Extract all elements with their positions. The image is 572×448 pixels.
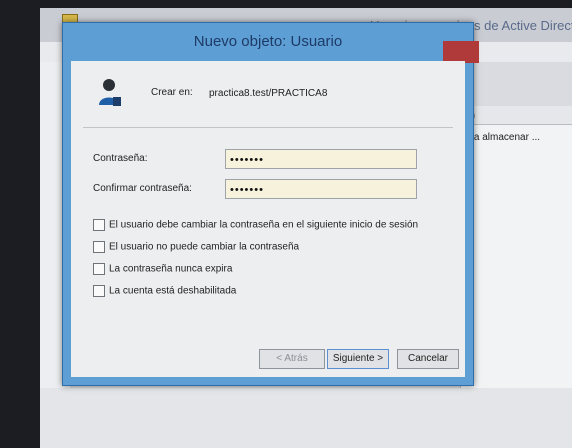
option-label: La cuenta está deshabilitada [109, 285, 237, 297]
confirm-password-label: Confirmar contraseña: [93, 183, 192, 194]
next-button[interactable]: Siguiente > [327, 349, 389, 369]
column-header[interactable]: on [461, 106, 572, 125]
dialog-titlebar[interactable]: Nuevo objeto: Usuario [63, 23, 479, 63]
option-cannot-change-password[interactable]: El usuario no puede cambiar la contraseñ… [93, 241, 299, 253]
account-disabled-checkbox[interactable] [93, 285, 105, 297]
password-label: Contraseña: [93, 153, 148, 164]
option-label: El usuario no puede cambiar la contraseñ… [109, 241, 300, 253]
user-icon [99, 79, 121, 106]
dialog-body: Crear en: practica8.test/PRACTICA8 Contr… [71, 61, 465, 377]
separator [83, 127, 453, 128]
option-label: El usuario debe cambiar la contraseña en… [109, 219, 419, 231]
password-input[interactable]: ••••••• [225, 149, 417, 169]
create-in-label: Crear en: [151, 87, 193, 98]
password-never-expires-checkbox[interactable] [93, 263, 105, 275]
create-in-path: practica8.test/PRACTICA8 [209, 88, 328, 99]
background-details-pane[interactable]: on ara almacenar ... [460, 106, 572, 436]
option-must-change-password[interactable]: El usuario debe cambiar la contraseña en… [93, 219, 418, 231]
option-account-disabled[interactable]: La cuenta está deshabilitada [93, 285, 236, 297]
confirm-password-input[interactable]: ••••••• [225, 179, 417, 199]
back-button[interactable]: < Atrás [259, 349, 325, 369]
option-password-never-expires[interactable]: La contraseña nunca expira [93, 263, 232, 275]
cannot-change-password-checkbox[interactable] [93, 241, 105, 253]
new-user-dialog: Nuevo objeto: Usuario Crear en: practica… [62, 22, 479, 386]
close-button[interactable] [443, 41, 479, 63]
background-lower-area [40, 388, 572, 448]
cancel-button[interactable]: Cancelar [397, 349, 459, 369]
must-change-password-checkbox[interactable] [93, 219, 105, 231]
option-label: La contraseña nunca expira [109, 263, 233, 275]
dialog-title: Nuevo objeto: Usuario [193, 33, 343, 50]
details-cell[interactable]: ara almacenar ... [465, 132, 540, 143]
